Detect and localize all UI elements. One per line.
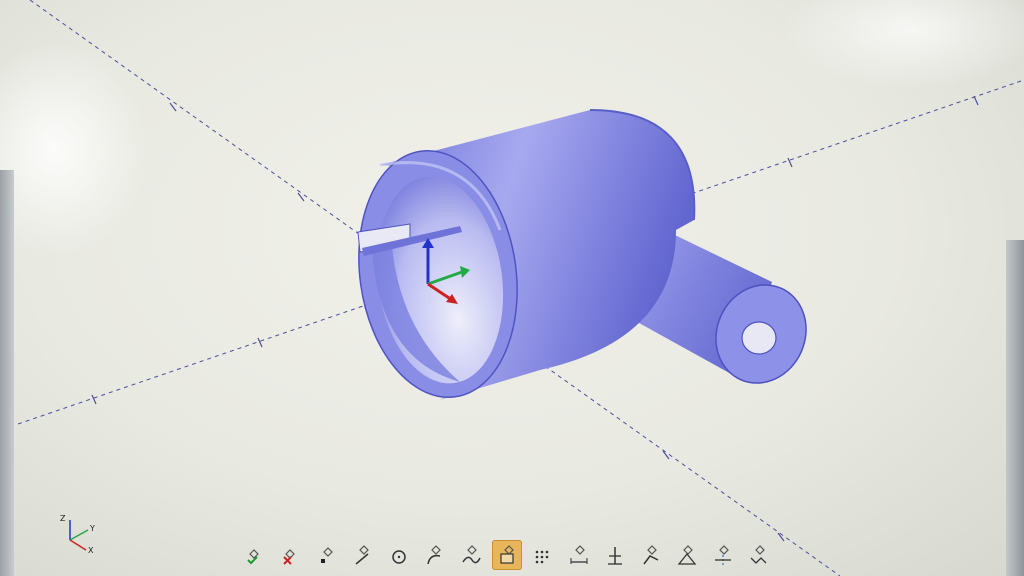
- grid-dots-icon: [535, 550, 549, 564]
- toolbar-button-mirror[interactable]: [708, 540, 738, 570]
- toolbar-button-extend[interactable]: [636, 540, 666, 570]
- triad-z-label: Z: [60, 514, 66, 523]
- toolbar-button-cancel-x[interactable]: [276, 540, 306, 570]
- extend-icon: [643, 545, 659, 565]
- 3d-viewport[interactable]: Z Y X: [0, 0, 1024, 576]
- toolbar-button-dimension[interactable]: [564, 540, 594, 570]
- pattern-icon: [750, 545, 767, 564]
- constraint-icon: [677, 545, 697, 565]
- cancel-x-icon: [283, 549, 295, 565]
- monitor-bezel: [0, 170, 14, 576]
- circle-icon: [392, 550, 406, 564]
- line-icon: [355, 545, 369, 565]
- main-cylinder[interactable]: [344, 109, 696, 408]
- apply-check-icon: [247, 549, 259, 565]
- arc-icon: [427, 545, 441, 565]
- toolbar-button-constraint[interactable]: [672, 540, 702, 570]
- trim-icon: [608, 547, 622, 565]
- point-icon: [321, 547, 333, 563]
- triad-y-label: Y: [90, 524, 95, 533]
- toolbar-button-apply-check[interactable]: [240, 540, 270, 570]
- sketch-toolbar: [240, 536, 774, 574]
- toolbar-button-spline[interactable]: [456, 540, 486, 570]
- model-scene[interactable]: [0, 0, 1024, 576]
- dimension-icon: [570, 545, 588, 564]
- sketch-box-icon: [500, 545, 514, 564]
- monitor-bezel: [1006, 240, 1024, 576]
- toolbar-button-trim[interactable]: [600, 540, 630, 570]
- triad-x-label: X: [88, 546, 94, 555]
- toolbar-button-circle[interactable]: [384, 540, 414, 570]
- toolbar-button-line[interactable]: [348, 540, 378, 570]
- view-orientation-triad[interactable]: Z Y X: [52, 508, 100, 556]
- toolbar-button-arc[interactable]: [420, 540, 450, 570]
- toolbar-button-sketch-box[interactable]: [492, 540, 522, 570]
- spline-icon: [462, 545, 481, 564]
- toolbar-button-grid-dots[interactable]: [528, 540, 558, 570]
- toolbar-button-pattern[interactable]: [744, 540, 774, 570]
- toolbar-button-point[interactable]: [312, 540, 342, 570]
- mirror-icon: [715, 545, 731, 565]
